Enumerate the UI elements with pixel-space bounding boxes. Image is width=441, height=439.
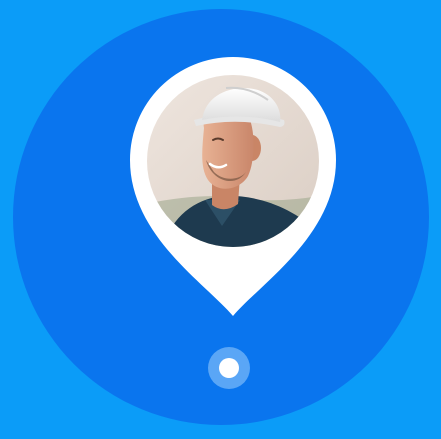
location-pin-graphic — [13, 9, 429, 425]
location-illustration — [0, 0, 441, 439]
location-dot-icon — [219, 358, 239, 378]
